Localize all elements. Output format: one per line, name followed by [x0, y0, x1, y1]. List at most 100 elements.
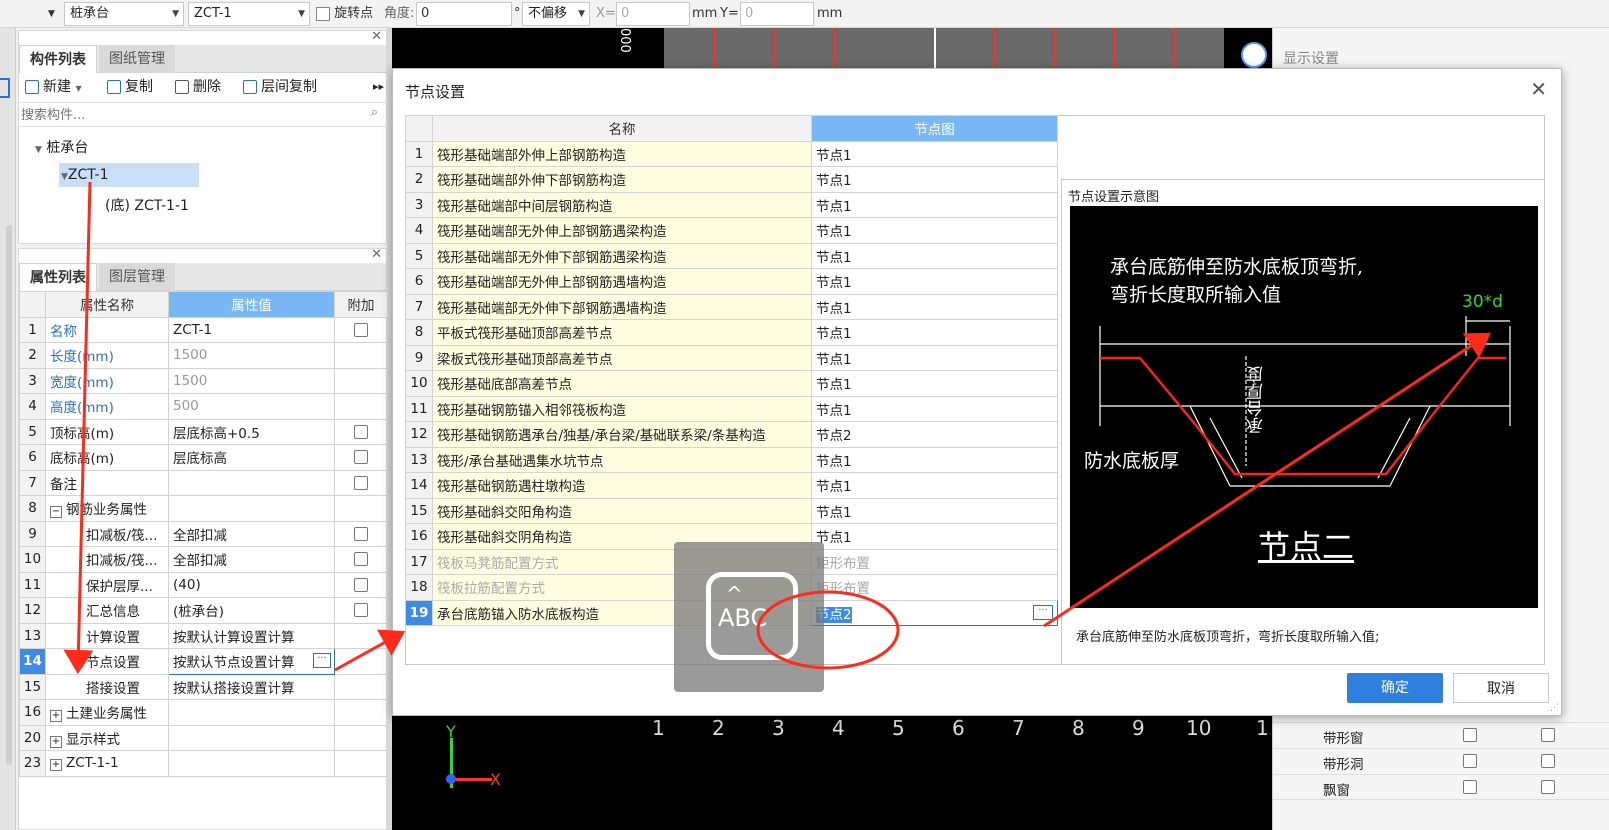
table-row[interactable]: 20 + 显示样式	[19, 724, 388, 751]
component-select[interactable]: ZCT-1 ▼	[188, 2, 310, 26]
property-value[interactable]: 全部扣减	[168, 546, 335, 573]
table-row[interactable]: 1 名称 ZCT-1	[19, 316, 388, 343]
list-item[interactable]: 带形窗	[1273, 722, 1609, 748]
extra-cell[interactable]	[334, 444, 388, 471]
list-item[interactable]: 飘窗	[1273, 774, 1609, 800]
node-value[interactable]: 节点1	[811, 344, 1058, 371]
table-row[interactable]: 11 筏形基础钢筋锚入相邻筏板构造 节点1	[405, 395, 1058, 422]
table-row[interactable]: 2 筏形基础端部外伸下部钢筋构造 节点1	[405, 166, 1058, 193]
close-icon[interactable]: ✕	[371, 247, 382, 262]
tab-property-list[interactable]: 属性列表	[19, 263, 97, 291]
checkbox[interactable]	[354, 475, 368, 490]
table-row[interactable]: 9 扣减板/筏... 全部扣减	[19, 520, 388, 547]
expand-icon[interactable]: +	[50, 759, 62, 772]
table-row[interactable]: 4 高度(mm) 500	[19, 393, 388, 420]
expand-icon[interactable]: +	[50, 735, 62, 748]
checkbox[interactable]	[354, 450, 368, 465]
table-row[interactable]: 10 扣减板/筏... 全部扣减	[19, 546, 388, 573]
cancel-button[interactable]: 取消	[1453, 673, 1549, 703]
tab-layer-manage[interactable]: 图层管理	[99, 263, 175, 291]
table-row[interactable]: 11 保护层厚... (40)	[19, 571, 388, 598]
checkbox[interactable]	[1541, 728, 1555, 742]
table-row[interactable]: 15 筏形基础斜交阳角构造 节点1	[405, 497, 1058, 524]
table-row[interactable]: 6 底标高(m) 层底标高	[19, 444, 388, 471]
node-value[interactable]: 节点1	[811, 395, 1058, 422]
property-value[interactable]: 层底标高	[168, 444, 335, 471]
new-button[interactable]: 新建 ▼	[25, 73, 82, 101]
node-value[interactable]: 节点1	[811, 217, 1058, 244]
tree-node-child[interactable]: ▼ZCT-1	[59, 163, 199, 187]
node-value[interactable]: 节点1	[811, 166, 1058, 193]
close-icon[interactable]: ✕	[1530, 77, 1547, 101]
table-row[interactable]: 16 + 土建业务属性	[19, 699, 388, 726]
checkbox[interactable]	[354, 424, 368, 439]
component-search[interactable]: ⌕	[19, 103, 386, 127]
table-row[interactable]: 5 顶标高(m) 层底标高+0.5	[19, 418, 388, 445]
node-value[interactable]: 节点1	[811, 472, 1058, 499]
table-row[interactable]: 13 筏形/承台基础遇集水坑节点 节点1	[405, 446, 1058, 473]
extra-cell[interactable]	[334, 469, 388, 496]
extra-cell[interactable]	[334, 571, 388, 598]
more-icon[interactable]: ▸▸	[373, 73, 384, 101]
table-row[interactable]: 4 筏形基础端部无外伸上部钢筋遇梁构造 节点1	[405, 217, 1058, 244]
x-input[interactable]: 0	[616, 2, 690, 26]
table-row[interactable]: 7 筏形基础端部无外伸下部钢筋遇墙构造 节点1	[405, 293, 1058, 320]
node-value[interactable]: 节点1	[811, 242, 1058, 269]
group-cell[interactable]: + ZCT-1-1	[45, 750, 169, 777]
table-row[interactable]: 10 筏形基础底部高差节点 节点1	[405, 370, 1058, 397]
node-setting-value-cell[interactable]: 按默认节点设置计算 ···	[168, 648, 335, 675]
table-row[interactable]: 5 筏形基础端部无外伸下部钢筋遇梁构造 节点1	[405, 242, 1058, 269]
node-value[interactable]: 节点1	[811, 523, 1058, 550]
table-row[interactable]: 13 计算设置 按默认计算设置计算	[19, 622, 388, 649]
node-value[interactable]: 节点1	[811, 370, 1058, 397]
extra-cell[interactable]	[334, 316, 388, 343]
y-input[interactable]: 0	[740, 2, 814, 26]
table-row[interactable]: 12 汇总信息 (桩承台)	[19, 597, 388, 624]
checkbox[interactable]	[1463, 728, 1477, 742]
table-row[interactable]: 8 平板式筏形基础顶部高差节点 节点1	[405, 319, 1058, 346]
node-value[interactable]: 矩形布置	[811, 548, 1058, 575]
extra-cell[interactable]	[334, 546, 388, 573]
table-row[interactable]: 9 梁板式筏形基础顶部高差节点 节点1	[405, 344, 1058, 371]
checkbox[interactable]	[354, 322, 368, 337]
extra-cell[interactable]	[334, 597, 388, 624]
property-value[interactable]	[168, 469, 335, 496]
table-row[interactable]: 6 筏形基础端部无外伸上部钢筋遇墙构造 节点1	[405, 268, 1058, 295]
checkbox[interactable]	[354, 552, 368, 567]
collapse-icon[interactable]: −	[50, 506, 62, 519]
node-value[interactable]: 节点1	[811, 446, 1058, 473]
group-cell[interactable]: + 显示样式	[45, 724, 169, 751]
table-row[interactable]: 2 长度(mm) 1500	[19, 342, 388, 369]
group-cell[interactable]: + 土建业务属性	[45, 699, 169, 726]
delete-button[interactable]: 删除	[175, 73, 221, 101]
angle-input[interactable]: 0	[416, 2, 512, 26]
node-value[interactable]: 矩形布置	[811, 574, 1058, 601]
property-value[interactable]: 500	[168, 393, 335, 420]
tab-drawing-manage[interactable]: 图纸管理	[99, 45, 175, 73]
node-value[interactable]: 节点1	[811, 293, 1058, 320]
node-value[interactable]: 节点1	[811, 268, 1058, 295]
table-row[interactable]: 7 备注	[19, 469, 388, 496]
group-cell[interactable]: − 钢筋业务属性	[45, 495, 169, 522]
node-value[interactable]: 节点1	[811, 140, 1058, 167]
property-value[interactable]: 按默认计算设置计算	[168, 622, 335, 649]
select-tool-icon[interactable]	[0, 78, 10, 98]
close-icon[interactable]: ✕	[371, 29, 382, 44]
type-select[interactable]: 桩承台 ▼	[64, 2, 184, 26]
checkbox[interactable]	[1463, 780, 1477, 794]
checkbox[interactable]	[1541, 754, 1555, 768]
property-value[interactable]: ZCT-1	[168, 316, 335, 343]
table-row[interactable]: 8− 钢筋业务属性	[19, 495, 388, 522]
checkbox[interactable]	[1541, 780, 1555, 794]
checkbox[interactable]	[354, 577, 368, 592]
tree-node-root[interactable]: ▼ 桩承台	[35, 137, 88, 157]
ellipsis-button[interactable]: ···	[313, 653, 331, 668]
property-value[interactable]: (40)	[168, 571, 335, 598]
checkbox[interactable]	[354, 603, 368, 618]
property-value[interactable]: 层底标高+0.5	[168, 418, 335, 445]
extra-cell[interactable]	[334, 520, 388, 547]
table-row[interactable]: 15 搭接设置 按默认搭接设置计算	[19, 673, 388, 700]
table-row[interactable]: 14 节点设置 按默认节点设置计算 ···	[19, 648, 388, 675]
table-row[interactable]: 14 筏形基础钢筋遇柱墩构造 节点1	[405, 472, 1058, 499]
node-value[interactable]: 节点1	[811, 497, 1058, 524]
